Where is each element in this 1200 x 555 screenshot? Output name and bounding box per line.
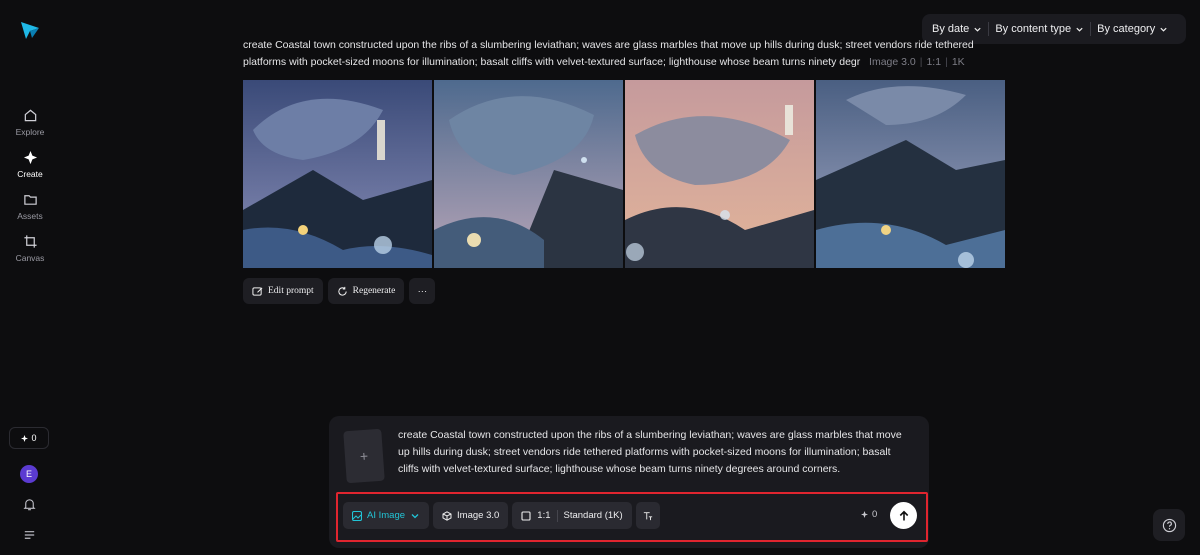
credit-cost: 0 bbox=[861, 509, 877, 520]
menu-icon[interactable] bbox=[22, 527, 37, 542]
filter-by-category[interactable]: By category bbox=[1091, 18, 1174, 40]
nav-explore[interactable]: Explore bbox=[0, 108, 60, 146]
more-options-button[interactable]: ··· bbox=[409, 278, 436, 304]
bell-icon[interactable] bbox=[22, 497, 37, 512]
upload-reference-button[interactable]: + bbox=[343, 428, 385, 484]
model-label: Image 3.0 bbox=[457, 510, 500, 521]
meta-resolution: 1K bbox=[951, 56, 965, 68]
generated-image-3[interactable] bbox=[625, 80, 814, 268]
text-format-icon bbox=[643, 511, 652, 520]
help-icon bbox=[1162, 518, 1176, 532]
spark-icon bbox=[21, 434, 29, 442]
composer-toolbar: AI Image Image 3.0 1:1 Standard (1K) bbox=[343, 502, 660, 529]
prompt-input[interactable]: create Coastal town constructed upon the… bbox=[398, 427, 914, 478]
leviathan-town-image bbox=[816, 80, 1005, 268]
help-button[interactable] bbox=[1153, 509, 1185, 541]
leviathan-town-image bbox=[434, 80, 623, 268]
sparkle-icon bbox=[23, 150, 37, 165]
sidebar: Explore Create Assets Canvas 0 E bbox=[0, 0, 60, 555]
folder-icon bbox=[23, 195, 37, 205]
refresh-icon bbox=[338, 286, 347, 296]
edit-prompt-label: Edit prompt bbox=[268, 286, 314, 296]
regenerate-label: Regenerate bbox=[352, 286, 396, 296]
generation-meta: Image 3.0 | 1:1 | 1K bbox=[869, 56, 965, 68]
avatar[interactable]: E bbox=[20, 465, 38, 483]
nav-create-label: Create bbox=[17, 169, 43, 179]
chevron-down-icon bbox=[1160, 27, 1167, 32]
prompt-line-1: create Coastal town constructed upon the… bbox=[243, 39, 974, 51]
ratio-divider bbox=[556, 509, 558, 522]
nav-create[interactable]: Create bbox=[0, 150, 60, 188]
nav-explore-label: Explore bbox=[15, 127, 45, 137]
edit-icon bbox=[252, 286, 263, 296]
square-icon bbox=[521, 510, 531, 521]
regenerate-button[interactable]: Regenerate bbox=[327, 278, 405, 304]
send-button[interactable] bbox=[890, 502, 917, 529]
credit-cost-value: 0 bbox=[872, 509, 878, 520]
generated-image-1[interactable] bbox=[243, 80, 432, 268]
chevron-down-icon bbox=[411, 513, 419, 518]
nav-canvas[interactable]: Canvas bbox=[0, 234, 60, 272]
nav-canvas-label: Canvas bbox=[15, 253, 45, 263]
prompt-line-2-text: platforms with pocket-sized moons for il… bbox=[243, 56, 861, 68]
nav-assets-label: Assets bbox=[17, 211, 43, 221]
text-style-button[interactable] bbox=[635, 502, 660, 529]
meta-model: Image 3.0 bbox=[869, 56, 916, 68]
logo-icon[interactable] bbox=[19, 19, 41, 41]
filter-by-category-label: By category bbox=[1097, 23, 1156, 35]
mode-selector[interactable]: AI Image bbox=[343, 502, 430, 529]
leviathan-town-image bbox=[243, 80, 432, 268]
nav-assets[interactable]: Assets bbox=[0, 192, 60, 230]
generated-image-2[interactable] bbox=[434, 80, 623, 268]
cube-icon bbox=[442, 510, 452, 521]
ratio-quality-selector[interactable]: 1:1 Standard (1K) bbox=[512, 502, 632, 529]
generation-actions: Edit prompt Regenerate ··· bbox=[243, 278, 436, 304]
chevron-down-icon bbox=[1076, 27, 1083, 32]
home-icon bbox=[24, 109, 36, 122]
leviathan-town-image bbox=[625, 80, 814, 268]
edit-prompt-button[interactable]: Edit prompt bbox=[243, 278, 323, 304]
generation-prompt: create Coastal town constructed upon the… bbox=[243, 37, 1005, 71]
mode-label: AI Image bbox=[367, 510, 406, 521]
prompt-line-2: platforms with pocket-sized moons for il… bbox=[243, 54, 1005, 71]
quality-label: Standard (1K) bbox=[563, 510, 623, 521]
filter-by-content-type-label: By content type bbox=[995, 23, 1072, 35]
generated-image-4[interactable] bbox=[816, 80, 1005, 268]
meta-ratio: 1:1 bbox=[926, 56, 942, 68]
model-selector[interactable]: Image 3.0 bbox=[433, 502, 509, 529]
arrow-up-icon bbox=[899, 510, 908, 520]
credits-chip[interactable]: 0 bbox=[9, 427, 49, 449]
app-root: Explore Create Assets Canvas 0 E By date bbox=[0, 0, 1200, 555]
chevron-down-icon bbox=[974, 27, 981, 32]
spark-icon bbox=[861, 511, 868, 518]
credits-count: 0 bbox=[31, 433, 37, 443]
image-icon bbox=[352, 510, 362, 521]
filter-by-date-label: By date bbox=[932, 23, 970, 35]
ratio-group: 1:1 Standard (1K) bbox=[521, 509, 623, 522]
ratio-label: 1:1 bbox=[537, 510, 551, 521]
image-grid bbox=[243, 80, 1005, 268]
crop-icon bbox=[23, 235, 37, 248]
